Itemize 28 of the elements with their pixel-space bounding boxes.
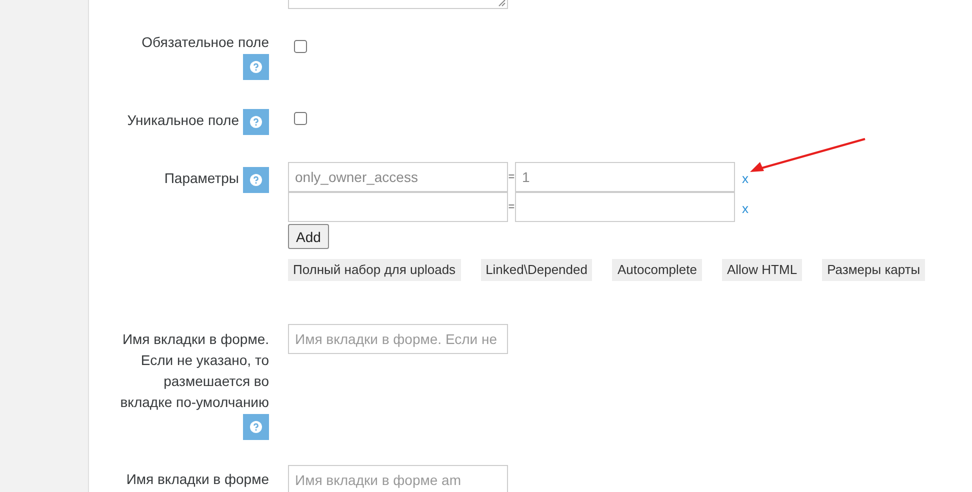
preset-button[interactable]: Autocomplete: [612, 259, 702, 281]
value-field[interactable]: [515, 192, 735, 222]
text-field[interactable]: Имя вкладки в форме am: [288, 465, 508, 492]
preset-button[interactable]: Полный набор для uploads: [288, 259, 461, 281]
field-label: Уникальное поле: [127, 112, 239, 128]
field-label: Имя вкладки в форме. Если не указано, то размешается во вкладке по-умолчанию: [120, 331, 269, 410]
key-field[interactable]: only_owner_access: [288, 162, 508, 192]
remove-link[interactable]: x: [742, 170, 748, 186]
help-icon[interactable]: [243, 109, 269, 135]
value-field[interactable]: 1: [515, 162, 735, 192]
field-label: Имя вкладки в форме: [126, 471, 269, 487]
remove-link[interactable]: x: [742, 200, 748, 216]
field-label: Параметры: [164, 170, 239, 186]
help-icon[interactable]: [243, 414, 269, 440]
help-icon[interactable]: [243, 54, 269, 80]
preset-button[interactable]: Linked\Depended: [480, 259, 592, 281]
equals-sign: =: [508, 201, 515, 213]
resize-handle-icon[interactable]: [498, 0, 506, 7]
help-icon[interactable]: [243, 167, 269, 193]
text-field[interactable]: Имя вкладки в форме. Если не: [288, 324, 508, 354]
equals-sign: =: [508, 171, 515, 183]
key-field[interactable]: [288, 192, 508, 222]
field-label: Обязательное поле: [142, 34, 269, 50]
preset-button[interactable]: Allow HTML: [722, 259, 802, 281]
preset-button[interactable]: Размеры карты: [822, 259, 926, 281]
checkbox[interactable]: [294, 112, 307, 125]
checkbox[interactable]: [294, 40, 307, 53]
add-button[interactable]: Add: [288, 224, 329, 249]
